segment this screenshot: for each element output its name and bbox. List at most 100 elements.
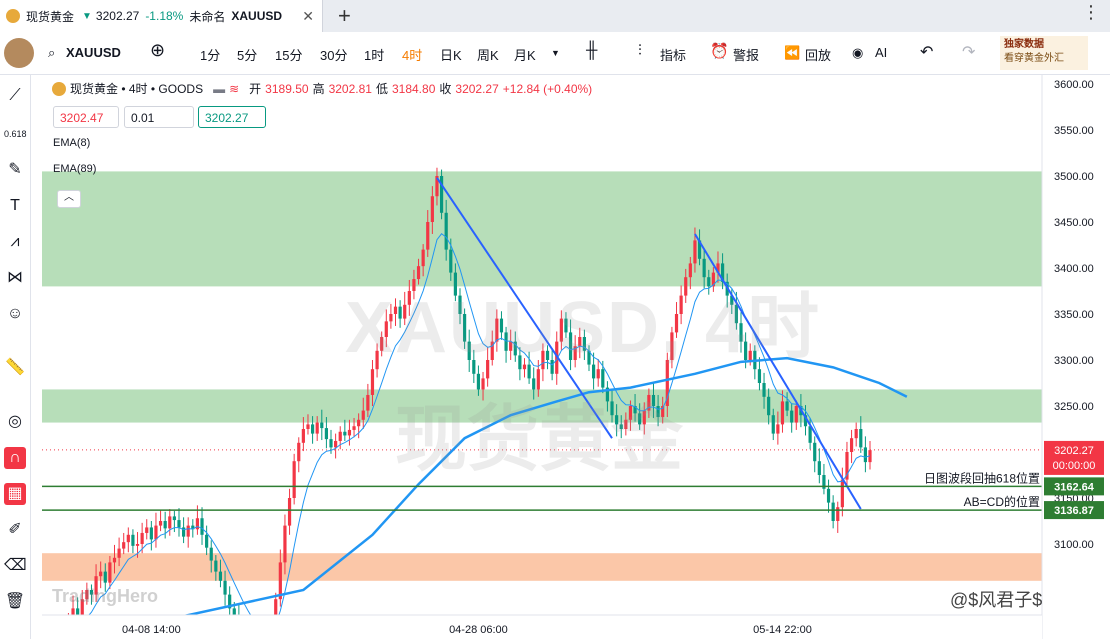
brush-tool-icon[interactable]: ✎: [4, 159, 26, 181]
candle-body: [762, 383, 766, 397]
hline-label-1: AB=CD的位置: [964, 494, 1040, 509]
symbol-search-button[interactable]: XAUUSD: [66, 45, 121, 60]
candle-body: [849, 438, 854, 452]
eraser-icon[interactable]: ⌫: [4, 555, 27, 577]
candle-body: [370, 369, 375, 395]
tab-layout-name: 未命名: [189, 9, 226, 24]
fib-tool-icon[interactable]: 0.618: [4, 123, 27, 145]
emoji-tool-icon[interactable]: ☺: [4, 303, 26, 325]
candle-body: [352, 426, 356, 430]
candle-body: [444, 212, 448, 250]
candle-body: [343, 431, 347, 436]
candle-body: [361, 410, 365, 420]
tab-xauusd[interactable]: 现货黄金 ▼ 3202.27 -1.18% 未命名 XAUUSD ✕: [0, 0, 323, 32]
tab-symbol: XAUUSD: [231, 9, 283, 23]
candle-body: [287, 498, 292, 526]
y-tick-label: 3400.00: [1054, 263, 1094, 275]
interval-day[interactable]: 日K: [440, 45, 462, 64]
candle-body: [826, 488, 831, 503]
candle-body: [426, 222, 430, 250]
interval-dropdown-icon[interactable]: ▼: [551, 48, 560, 58]
text-tool-icon[interactable]: T: [4, 195, 26, 217]
candle-body: [140, 532, 144, 544]
compare-plus-icon[interactable]: ⊕: [150, 40, 165, 61]
candle-body: [306, 424, 310, 429]
x-tick-label: 05-14 22:00: [753, 624, 812, 636]
hline-value-1: 3136.87: [1054, 505, 1094, 517]
alert-button[interactable]: 警报: [733, 45, 759, 64]
candle-body: [209, 547, 213, 561]
low-value: 3184.80: [391, 81, 436, 96]
y-tick-label: 3300.00: [1054, 355, 1094, 367]
close-value: 3202.27: [455, 81, 499, 96]
tab-bar: 现货黄金 ▼ 3202.27 -1.18% 未命名 XAUUSD ✕ + ⋮: [0, 0, 1110, 32]
candle-body: [99, 571, 103, 577]
ruler-tool-icon[interactable]: 📏: [4, 357, 26, 379]
candle-body: [177, 520, 181, 528]
interval-30m[interactable]: 30分: [320, 45, 347, 64]
ad-line2: 看穿黄金外汇: [1004, 53, 1064, 64]
redo-icon[interactable]: ↷: [962, 42, 975, 62]
candle-body: [836, 507, 840, 521]
candle-body: [347, 429, 352, 436]
ad-banner[interactable]: 独家数据 看穿黄金外汇: [1000, 36, 1088, 70]
legend-title[interactable]: 现货黄金 • 4时 • GOODS: [70, 80, 203, 97]
candle-body: [790, 410, 794, 423]
trash-icon[interactable]: 🗑: [4, 591, 26, 613]
hide-icon[interactable]: ▬: [213, 82, 225, 96]
sell-price-box[interactable]: 3202.47: [53, 106, 119, 128]
candle-body: [205, 534, 209, 548]
candle-body: [315, 422, 319, 434]
undo-icon[interactable]: ↶: [920, 42, 933, 62]
y-tick-label: 3350.00: [1054, 309, 1094, 321]
more-icon[interactable]: ⋮: [1082, 2, 1100, 23]
replay-button[interactable]: 回放: [805, 45, 831, 64]
interval-week[interactable]: 周K: [477, 45, 499, 64]
candle-type-icon[interactable]: ╫: [586, 42, 597, 60]
candle-body: [292, 461, 296, 498]
candle-body: [334, 440, 338, 448]
indicators-icon: ⫶: [638, 42, 642, 59]
x-tick-label: 04-28 06:00: [449, 624, 508, 636]
zone-2: [42, 553, 1042, 581]
candle-body: [366, 394, 370, 411]
interval-month[interactable]: 月K: [514, 45, 536, 64]
interval-4h[interactable]: 4时: [402, 45, 422, 64]
magnet-icon[interactable]: ∩: [4, 447, 26, 469]
eye-icon[interactable]: ◎: [4, 411, 26, 433]
time-axis: [42, 615, 1042, 639]
interval-15m[interactable]: 15分: [275, 45, 302, 64]
chart-legend: 现货黄金 • 4时 • GOODS ▬ ≋ 开 3189.50 高 3202.81 …: [52, 80, 592, 97]
candle-body: [785, 401, 789, 411]
projection-tool-icon[interactable]: ⋈: [4, 267, 26, 289]
pattern-tool-icon[interactable]: ⩘: [4, 231, 26, 253]
avatar[interactable]: [4, 38, 34, 68]
candle-body: [117, 548, 121, 558]
trendline-tool-icon[interactable]: ⟋: [4, 85, 26, 107]
open-label: 开: [249, 82, 262, 96]
ema-slow-label[interactable]: EMA(89): [53, 163, 96, 175]
interval-1m[interactable]: 1分: [200, 45, 220, 64]
wave-icon[interactable]: ≋: [229, 82, 239, 96]
watermark-symbol: XAUUSD, 4时: [345, 288, 822, 368]
candle-body: [200, 518, 204, 535]
candle-body: [324, 428, 329, 440]
interval-1h[interactable]: 1时: [364, 45, 384, 64]
candle-body: [357, 419, 361, 427]
search-icon[interactable]: ⌕: [48, 45, 55, 61]
ai-button[interactable]: AI: [875, 45, 887, 60]
ema-fast-label[interactable]: EMA(8): [53, 137, 90, 149]
calendar-icon[interactable]: ▦: [4, 483, 26, 505]
candle-body: [831, 502, 835, 521]
candle-body: [103, 571, 107, 583]
indicators-button[interactable]: 指标: [660, 45, 686, 64]
close-tab-icon[interactable]: ✕: [302, 8, 314, 25]
candle-body: [154, 525, 158, 540]
candle-body: [145, 527, 149, 533]
new-tab-icon[interactable]: +: [338, 3, 351, 29]
gold-logo-icon: [6, 9, 20, 23]
interval-5m[interactable]: 5分: [237, 45, 257, 64]
buy-price-box[interactable]: 3202.27: [198, 106, 266, 128]
collapse-legend-icon[interactable]: ︿: [57, 190, 81, 208]
lock-draw-icon[interactable]: ✐: [4, 519, 26, 541]
